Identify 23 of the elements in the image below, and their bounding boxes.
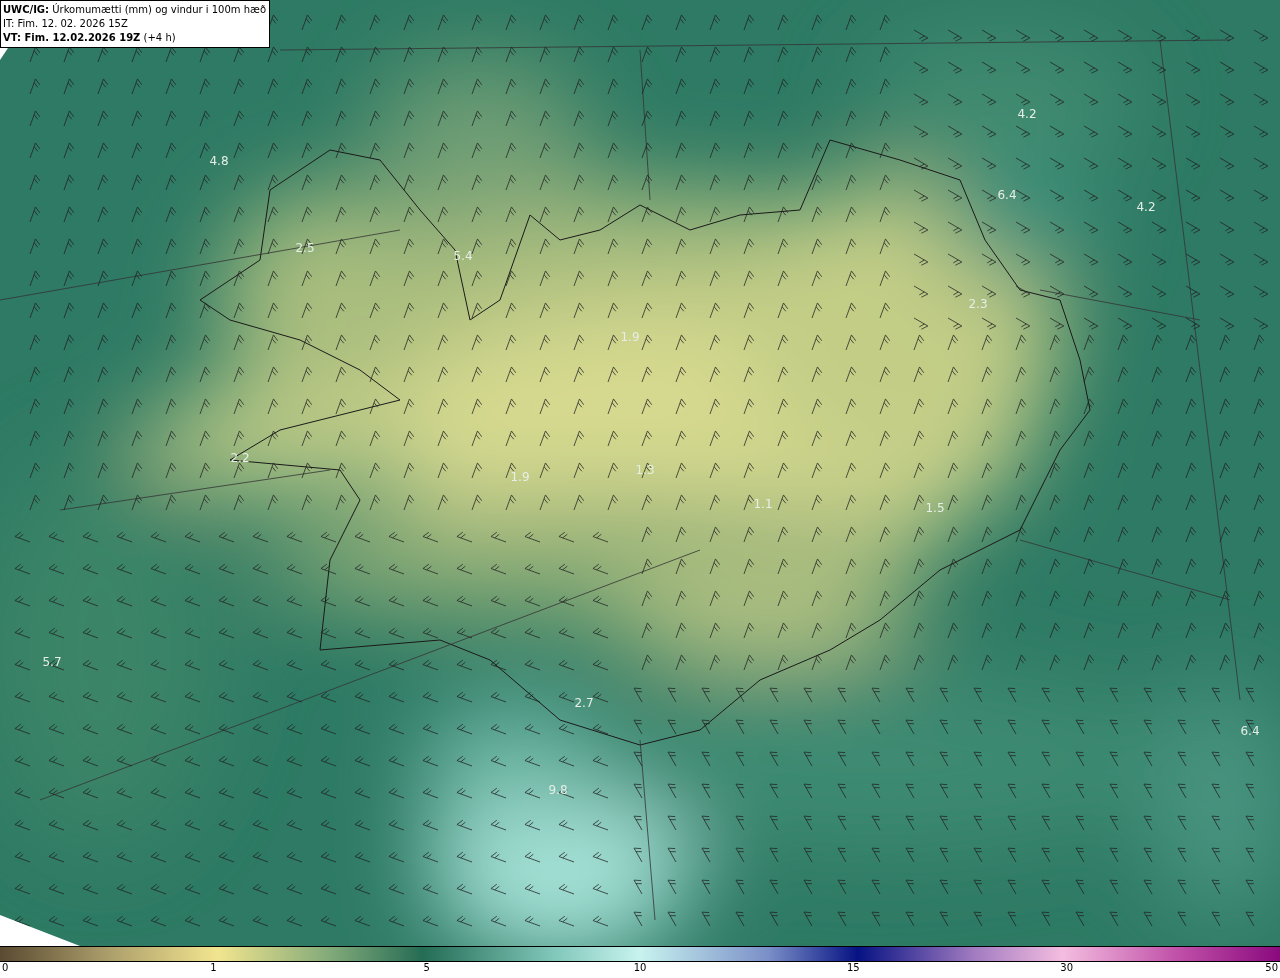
- map-title: UWC/IG: Úrkomumætti (mm) og vindur i 100m hæð: [3, 3, 267, 17]
- value-label: 1.5: [925, 502, 945, 514]
- value-label: 4.8: [209, 155, 229, 167]
- colorbar-tick-label: 50: [1265, 963, 1278, 973]
- value-label: 2.7: [574, 697, 594, 709]
- init-time: IT: Fim. 12. 02. 2026 15Z: [3, 17, 129, 31]
- value-label: 2.3: [968, 298, 988, 310]
- value-label: 1.9: [620, 331, 640, 343]
- colorbar-tick-label: 15: [846, 963, 860, 973]
- colorbar-tick-label: 0: [2, 963, 9, 973]
- value-label: 9.8: [548, 784, 568, 796]
- value-label: 5.7: [42, 656, 62, 668]
- colorbar-tick-label: 30: [1060, 963, 1073, 973]
- valid-time: VT: Fim. 12.02.2026 19Z (+4 h): [3, 31, 177, 45]
- value-label: 4.2: [1017, 108, 1037, 120]
- value-label: 1.9: [510, 471, 530, 483]
- colorbar-tick-label: 1: [210, 963, 217, 973]
- value-label: 4.2: [1136, 201, 1156, 213]
- colorbar-tick-label: 10: [633, 963, 647, 973]
- value-label: 6.4: [997, 189, 1017, 201]
- value-label: 6.4: [1240, 725, 1260, 737]
- colorbar-tick-label: 5: [423, 963, 430, 973]
- value-label: 1.1: [753, 498, 773, 510]
